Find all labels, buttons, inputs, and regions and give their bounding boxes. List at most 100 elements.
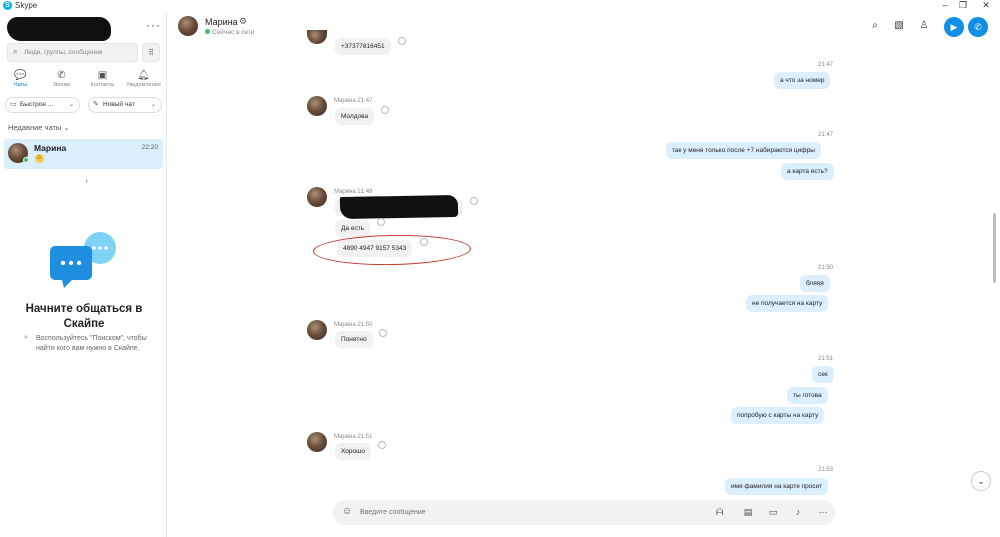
message-outgoing[interactable]: ты готова	[787, 387, 828, 404]
avatar	[307, 96, 327, 116]
message-time: 21:50	[818, 265, 834, 271]
message-time: 21:51	[818, 356, 834, 362]
message-incoming[interactable]: Да есть	[335, 220, 371, 237]
chat-scrollbar[interactable]	[993, 213, 996, 283]
message-outgoing[interactable]: а карта есть?	[781, 163, 834, 180]
minimize-button[interactable]: –	[935, 0, 955, 10]
react-icon[interactable]	[378, 441, 386, 449]
tab-notifications[interactable]: 🔔︎ Уведомления	[123, 70, 164, 96]
chat-icon: 💬	[14, 70, 27, 81]
message-outgoing[interactable]: сек	[812, 366, 834, 383]
video-call-button[interactable]: ▶	[944, 17, 964, 37]
app-title-text: Skype	[15, 1, 38, 10]
message-incoming[interactable]: Понятно	[335, 331, 373, 348]
contact-status: Сейчас в сети	[205, 29, 255, 36]
quick-call-button[interactable]: ▭ Быстрое ... ⌄	[5, 97, 80, 113]
message-meta: Марина 21:47	[334, 98, 373, 104]
chevron-down-icon: ⌄	[150, 102, 156, 108]
contact-card-icon[interactable]: ▭	[762, 500, 784, 525]
tab-chats-label: Чаты	[13, 82, 28, 88]
quick-call-label: Быстрое ...	[20, 101, 54, 108]
conversation-header: Марина ⚙ Сейчас в сети ⌕ ▧ ♙ ▶ ✆	[168, 12, 1000, 42]
scroll-down-button[interactable]: ⌄	[971, 471, 991, 491]
search-input[interactable]: ⌕ Люди, группы, сообщения	[7, 43, 138, 62]
red-circle-annotation	[312, 233, 472, 267]
skype-logo-icon: S	[3, 1, 12, 10]
more-options-icon[interactable]: ···	[146, 18, 161, 32]
message-incoming[interactable]: Молдова	[335, 108, 375, 125]
bell-icon: 🔔︎	[137, 70, 150, 81]
message-outgoing[interactable]: попробую с карты на карту	[731, 407, 825, 424]
new-chat-button[interactable]: ✎ Новый чат ⌄	[88, 97, 162, 113]
smile-emoji-icon: ☺	[35, 154, 44, 163]
tab-calls[interactable]: ✆ Звонки	[41, 70, 82, 96]
emoji-icon[interactable]: ☺	[342, 506, 352, 518]
contact-name[interactable]: Марина	[205, 17, 238, 27]
message-time: 21:53	[818, 467, 834, 473]
window-titlebar: S Skype – ❐ ✕	[0, 0, 1000, 12]
chat-item-name: Марина	[34, 143, 67, 153]
contacts-icon: ▣	[97, 70, 108, 81]
close-window-button[interactable]: ✕	[976, 0, 996, 11]
gear-icon[interactable]: ⚙	[239, 16, 247, 27]
avatar	[307, 187, 327, 207]
tab-contacts[interactable]: ▣ Контакты	[82, 70, 123, 96]
message-outgoing[interactable]: а что за номер	[774, 72, 831, 89]
contact-status-text: Сейчас в сети	[212, 29, 255, 36]
message-meta: Марина 21:48	[334, 189, 373, 195]
message-outgoing[interactable]: бляяя	[800, 275, 830, 292]
divider-mark: ı	[86, 179, 88, 185]
more-options-icon[interactable]: ···	[812, 500, 834, 525]
send-file-icon[interactable]: ▤	[737, 500, 759, 525]
tab-chats[interactable]: 💬 Чаты	[0, 70, 41, 96]
chevron-down-icon: ⌄	[68, 102, 74, 108]
react-icon[interactable]	[398, 37, 406, 45]
react-icon[interactable]	[379, 329, 387, 337]
dialpad-icon[interactable]: ⠿	[142, 43, 160, 62]
search-icon: ⌕	[13, 47, 18, 56]
maximize-button[interactable]: ❐	[953, 0, 973, 11]
app-title: S Skype	[3, 1, 37, 10]
message-incoming[interactable]: Хорошо	[335, 443, 371, 460]
phone-icon: ✆	[57, 70, 66, 81]
avatar	[307, 432, 327, 452]
react-icon[interactable]	[377, 218, 385, 226]
message-outgoing[interactable]: имя фамилия на карте просит	[725, 478, 829, 495]
message-outgoing[interactable]: не получается на карту	[746, 295, 829, 312]
meet-icon: ▭	[10, 101, 17, 108]
message-outgoing[interactable]: так у меня только после +7 набираются ци…	[666, 142, 821, 159]
tab-contacts-label: Контакты	[90, 82, 115, 88]
message-time: 21:47	[818, 132, 834, 138]
microphone-icon[interactable]: ♪	[787, 500, 809, 525]
welcome-title: Начните общаться в Скайпе	[25, 303, 143, 330]
format-text-icon[interactable]: ᗩ	[716, 507, 723, 518]
welcome-text: Воспользуйтесь "Поиском", чтобы найти ко…	[36, 335, 147, 352]
recent-chats-heading[interactable]: Недавние чаты ⌄	[8, 123, 70, 132]
chat-bubbles-illustration	[50, 232, 116, 288]
avatar[interactable]	[178, 16, 198, 36]
message-input[interactable]	[360, 500, 710, 525]
message-meta: Марина 21:51	[334, 434, 373, 440]
react-icon[interactable]	[381, 106, 389, 114]
search-icon: ⌕	[24, 334, 28, 341]
message-meta: Марина 21:50	[334, 322, 373, 328]
gallery-icon[interactable]: ▧	[892, 19, 906, 33]
new-chat-label: Новый чат	[103, 101, 135, 108]
profile-name-redacted[interactable]	[7, 17, 111, 41]
search-placeholder: Люди, группы, сообщения	[24, 49, 103, 56]
online-status-icon	[205, 29, 210, 34]
online-status-icon	[23, 157, 29, 163]
tab-calls-label: Звонки	[52, 82, 71, 88]
audio-call-button[interactable]: ✆	[968, 17, 988, 37]
message-time: 21:47	[818, 62, 834, 68]
chat-list-item[interactable]: Марина 22:20 ☺	[4, 139, 163, 169]
sidebar: ··· ⌕ Люди, группы, сообщения ⠿ 💬 Чаты ✆…	[0, 12, 167, 537]
avatar	[307, 320, 327, 340]
message-composer: ☺ ᗩ	[333, 500, 835, 525]
redaction-mark	[339, 194, 459, 220]
edit-icon: ✎	[93, 101, 99, 108]
search-icon[interactable]: ⌕	[868, 19, 882, 33]
message-incoming[interactable]: +37377816451	[335, 38, 391, 55]
add-people-icon[interactable]: ♙	[917, 19, 931, 33]
react-icon[interactable]	[470, 197, 478, 205]
